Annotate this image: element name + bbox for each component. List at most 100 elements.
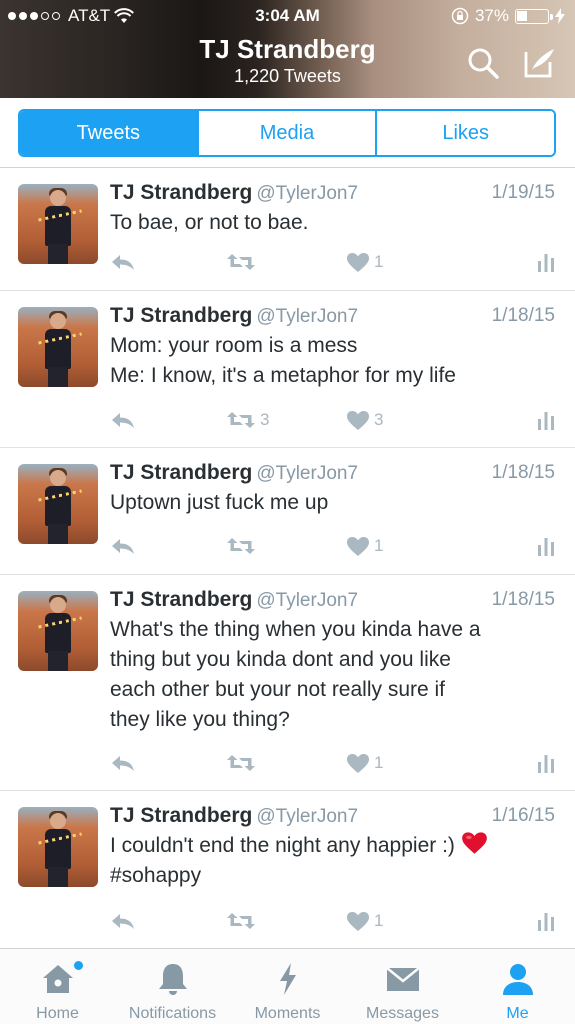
reply-icon[interactable] <box>110 410 136 430</box>
home-icon <box>42 965 73 993</box>
tweet-actions: 1 <box>110 909 555 933</box>
tweet-text-line: thing but you kinda dont and you like <box>110 648 451 671</box>
retweet-icon[interactable] <box>226 911 256 931</box>
author-name: TJ Strandberg <box>110 181 253 204</box>
tweet-date: 1/16/15 <box>491 805 555 826</box>
tweet[interactable]: TJ Strandberg @TylerJon7 1/19/15 To bae, … <box>0 168 575 291</box>
like-icon[interactable] <box>346 753 370 774</box>
tweet-meta: TJ Strandberg @TylerJon7 1/18/15 <box>110 458 555 488</box>
tweet-meta: TJ Strandberg @TylerJon7 1/19/15 <box>110 178 555 208</box>
nav-me[interactable]: Me <box>460 949 575 1024</box>
like-icon[interactable] <box>346 410 370 431</box>
avatar[interactable] <box>18 184 98 264</box>
bottom-tab-bar: Home Notifications Moments Messages Me <box>0 948 575 1024</box>
tweet[interactable]: TJ Strandberg @TylerJon7 1/18/15 Mom: you… <box>0 291 575 448</box>
author-handle: @TylerJon7 <box>256 183 359 204</box>
author-name: TJ Strandberg <box>110 461 253 484</box>
reply-icon[interactable] <box>110 911 136 931</box>
tweet-content: TJ Strandberg @TylerJon7 1/18/15 Mom: you… <box>110 301 555 391</box>
tab-tweets[interactable]: Tweets <box>20 111 197 155</box>
envelope-icon <box>385 967 420 991</box>
avatar[interactable] <box>18 464 98 544</box>
analytics-icon[interactable] <box>537 410 555 430</box>
tweet-text: To bae, or not to bae. <box>110 208 555 238</box>
analytics-icon[interactable] <box>537 753 555 773</box>
tweet-date: 1/19/15 <box>491 182 555 203</box>
nav-home[interactable]: Home <box>0 949 115 1024</box>
tweet-text-line: #sohappy <box>110 864 202 887</box>
tweet-actions: 1 <box>110 250 555 274</box>
tweet-date: 1/18/15 <box>491 305 555 326</box>
nav-label: Moments <box>254 1005 321 1022</box>
retweet-icon[interactable] <box>226 536 256 556</box>
tweet-text: Uptown just fuck me up <box>110 488 555 518</box>
author-name: TJ Strandberg <box>110 588 253 611</box>
like-count: 1 <box>374 536 384 555</box>
retweet-count: 3 <box>260 410 270 429</box>
analytics-icon[interactable] <box>537 536 555 556</box>
profile-header: AT&T 3:04 AM 37% TJ Strandberg 1,220 Twe… <box>0 0 575 98</box>
tab-likes[interactable]: Likes <box>375 111 554 155</box>
retweet-icon[interactable] <box>226 410 256 430</box>
retweet-icon[interactable] <box>226 753 256 773</box>
tweet-text-line: I couldn't end the night any happier :) <box>110 834 455 857</box>
profile-tabs: Tweets Media Likes <box>18 109 556 157</box>
like-icon[interactable] <box>346 536 370 557</box>
tweet-actions: 1 <box>110 534 555 558</box>
lightning-icon <box>279 963 296 995</box>
avatar[interactable] <box>18 307 98 387</box>
status-right: 37% <box>451 6 565 26</box>
battery-percent: 37% <box>474 6 509 25</box>
tweet[interactable]: TJ Strandberg @TylerJon7 1/18/15 What's t… <box>0 575 575 791</box>
analytics-icon[interactable] <box>537 911 555 931</box>
tweet-text-line: What's the thing when you kinda have a <box>110 618 481 641</box>
tweet-actions: 3 3 <box>110 408 555 432</box>
author-name: TJ Strandberg <box>110 304 253 327</box>
retweet-icon[interactable] <box>226 252 256 272</box>
person-icon <box>502 964 533 995</box>
tweet-meta: TJ Strandberg @TylerJon7 1/18/15 <box>110 585 555 615</box>
tweet-list: TJ Strandberg @TylerJon7 1/19/15 To bae, … <box>0 168 575 949</box>
like-icon[interactable] <box>346 252 370 273</box>
avatar[interactable] <box>18 591 98 671</box>
tweet-text-line: each other but your not really sure if <box>110 678 446 701</box>
tweet-date: 1/18/15 <box>491 462 555 483</box>
nav-moments[interactable]: Moments <box>230 949 345 1024</box>
tweet-meta: TJ Strandberg @TylerJon7 1/18/15 <box>110 301 555 331</box>
tweet-content: TJ Strandberg @TylerJon7 1/19/15 To bae, … <box>110 178 555 238</box>
nav-label: Notifications <box>128 1005 217 1022</box>
like-count: 1 <box>374 252 384 271</box>
reply-icon[interactable] <box>110 753 136 773</box>
nav-notifications[interactable]: Notifications <box>115 949 230 1024</box>
tweet-date: 1/18/15 <box>491 589 555 610</box>
nav-messages[interactable]: Messages <box>345 949 460 1024</box>
charging-bolt-icon <box>555 8 565 24</box>
nav-label: Me <box>506 1005 529 1022</box>
like-icon[interactable] <box>346 911 370 932</box>
status-bar: AT&T 3:04 AM 37% <box>0 0 575 32</box>
avatar[interactable] <box>18 807 98 887</box>
tab-media[interactable]: Media <box>196 111 376 155</box>
author-handle: @TylerJon7 <box>256 806 359 827</box>
notification-dot <box>74 961 83 970</box>
author-handle: @TylerJon7 <box>256 306 359 327</box>
tweet-text-line: Mom: your room is a mess <box>110 334 358 357</box>
red-heart-emoji-icon <box>462 832 487 854</box>
compose-icon[interactable] <box>522 46 556 80</box>
search-icon[interactable] <box>466 46 500 80</box>
author-handle: @TylerJon7 <box>256 590 359 611</box>
tweet-actions: 1 <box>110 751 555 775</box>
analytics-icon[interactable] <box>537 252 555 272</box>
tweet-text-line: they like you thing? <box>110 708 290 731</box>
battery-icon <box>515 8 553 24</box>
author-handle: @TylerJon7 <box>256 463 359 484</box>
tweet-content: TJ Strandberg @TylerJon7 1/16/15 I couldn… <box>110 801 555 891</box>
tweet[interactable]: TJ Strandberg @TylerJon7 1/18/15 Uptown j… <box>0 448 575 575</box>
reply-icon[interactable] <box>110 536 136 556</box>
reply-icon[interactable] <box>110 252 136 272</box>
tweet[interactable]: TJ Strandberg @TylerJon7 1/16/15 I couldn… <box>0 791 575 949</box>
bell-icon <box>158 964 187 995</box>
like-count: 1 <box>374 753 384 772</box>
tweet-text-line: Uptown just fuck me up <box>110 491 329 514</box>
tweet-meta: TJ Strandberg @TylerJon7 1/16/15 <box>110 801 555 831</box>
